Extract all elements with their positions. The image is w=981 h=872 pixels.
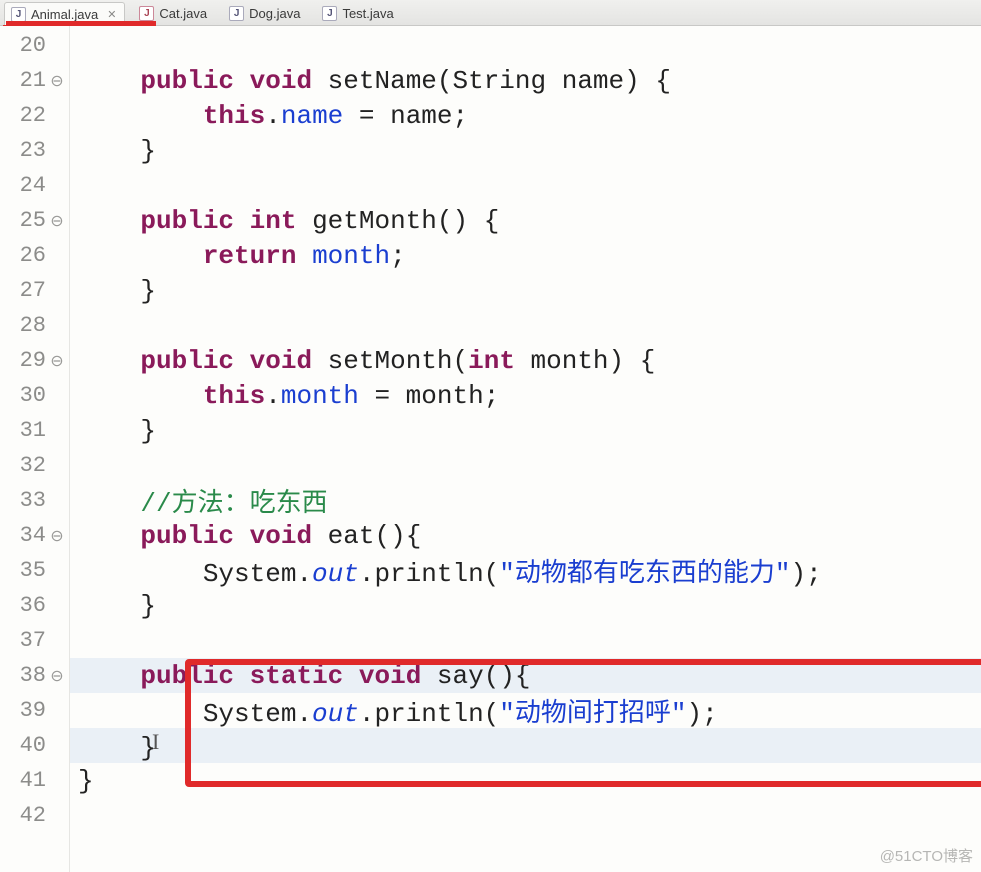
line-number: 24 <box>0 173 48 198</box>
line-number: 37 <box>0 628 48 653</box>
tab-test-java[interactable]: J Test.java <box>316 2 401 26</box>
code-line[interactable]: this.name = name; <box>70 98 981 133</box>
code-line[interactable]: //方法：吃东西 <box>70 483 981 518</box>
code-line[interactable]: public void eat(){ <box>70 518 981 553</box>
fold-marker[interactable]: ⊖ <box>48 211 66 231</box>
fold-marker[interactable]: ⊖ <box>48 526 66 546</box>
fold-marker[interactable]: ⊖ <box>48 71 66 91</box>
line-number: 31 <box>0 418 48 443</box>
text-cursor <box>156 729 158 755</box>
code-line[interactable] <box>70 798 981 833</box>
code-line[interactable]: } <box>70 763 981 798</box>
line-number: 25 <box>0 208 48 233</box>
line-number: 22 <box>0 103 48 128</box>
tab-label: Cat.java <box>159 6 207 21</box>
code-line[interactable]: System.out.println("动物都有吃东西的能力"); <box>70 553 981 588</box>
line-number: 35 <box>0 558 48 583</box>
tab-cat-java[interactable]: J Cat.java <box>133 2 215 26</box>
code-line[interactable]: return month; <box>70 238 981 273</box>
line-number: 30 <box>0 383 48 408</box>
line-number: 39 <box>0 698 48 723</box>
code-line[interactable]: } <box>70 588 981 623</box>
line-number: 34 <box>0 523 48 548</box>
code-line[interactable]: public int getMonth() { <box>70 203 981 238</box>
code-line[interactable]: } <box>70 133 981 168</box>
code-area[interactable]: public void setName(String name) { this.… <box>70 26 981 872</box>
code-line[interactable]: } <box>70 413 981 448</box>
line-number: 21 <box>0 68 48 93</box>
code-line[interactable] <box>70 448 981 483</box>
code-line[interactable] <box>70 168 981 203</box>
code-line[interactable]: } <box>70 273 981 308</box>
tab-dog-java[interactable]: J Dog.java <box>223 2 308 26</box>
editor-tab-bar: J Animal.java ✕ J Cat.java J Dog.java J … <box>0 0 981 26</box>
tab-label: Test.java <box>342 6 393 21</box>
fold-marker[interactable]: ⊖ <box>48 666 66 686</box>
java-file-icon: J <box>139 6 154 21</box>
code-line[interactable]: } <box>70 728 981 763</box>
fold-marker[interactable]: ⊖ <box>48 351 66 371</box>
code-line[interactable] <box>70 623 981 658</box>
java-file-icon: J <box>322 6 337 21</box>
tab-label: Dog.java <box>249 6 300 21</box>
line-number-gutter: 2021⊖22232425⊖26272829⊖3031323334⊖353637… <box>0 26 70 872</box>
code-line[interactable] <box>70 308 981 343</box>
tab-animal-java[interactable]: J Animal.java ✕ <box>4 2 125 26</box>
tab-label: Animal.java <box>31 7 98 22</box>
line-number: 32 <box>0 453 48 478</box>
java-file-icon: J <box>229 6 244 21</box>
line-number: 27 <box>0 278 48 303</box>
line-number: 33 <box>0 488 48 513</box>
line-number: 29 <box>0 348 48 373</box>
code-line[interactable]: System.out.println("动物间打招呼"); <box>70 693 981 728</box>
code-line[interactable] <box>70 28 981 63</box>
line-number: 20 <box>0 33 48 58</box>
line-number: 23 <box>0 138 48 163</box>
close-icon[interactable]: ✕ <box>107 8 116 21</box>
line-number: 38 <box>0 663 48 688</box>
line-number: 36 <box>0 593 48 618</box>
code-line[interactable]: public void setMonth(int month) { <box>70 343 981 378</box>
line-number: 26 <box>0 243 48 268</box>
watermark: @51CTO博客 <box>880 845 973 866</box>
java-file-icon: J <box>11 7 26 22</box>
code-line[interactable]: this.month = month; <box>70 378 981 413</box>
line-number: 42 <box>0 803 48 828</box>
code-line[interactable]: public static void say(){ <box>70 658 981 693</box>
line-number: 41 <box>0 768 48 793</box>
code-line[interactable]: public void setName(String name) { <box>70 63 981 98</box>
code-editor[interactable]: 2021⊖22232425⊖26272829⊖3031323334⊖353637… <box>0 26 981 872</box>
line-number: 28 <box>0 313 48 338</box>
line-number: 40 <box>0 733 48 758</box>
